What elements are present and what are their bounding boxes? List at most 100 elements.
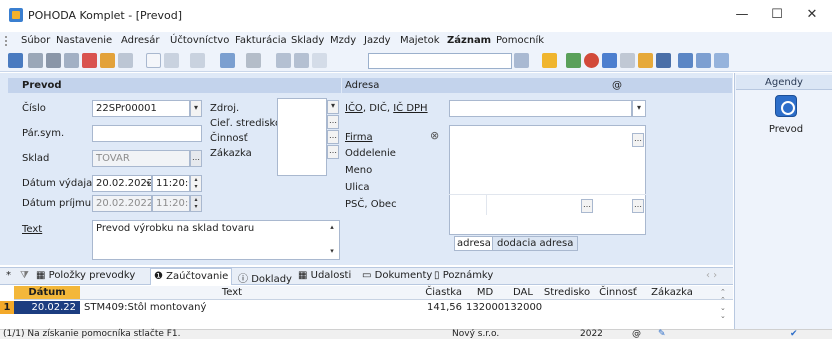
tab-poznamky[interactable]: ▯ Poznámky [434, 270, 493, 281]
ciel-stredisko-select-button[interactable]: … [327, 115, 339, 129]
row-ciastka[interactable]: 141,56 [384, 301, 466, 314]
zdroj-select-button[interactable]: ▾ [327, 100, 339, 114]
toolbar-ean-icon[interactable] [656, 53, 671, 68]
menu-jazdy[interactable]: Jazdy [364, 35, 391, 46]
toolbar-report-icon[interactable] [118, 53, 133, 68]
tab-polozky-prevodky[interactable]: ▦ Položky prevodky [36, 270, 135, 281]
ico-field[interactable] [449, 100, 632, 117]
toolbar-pdf-icon[interactable] [64, 53, 79, 68]
row-md[interactable]: 132000 [466, 301, 504, 314]
sklad-select-button[interactable]: … [190, 150, 202, 167]
col-md[interactable]: MD [466, 286, 504, 300]
text-scroll-down-icon[interactable]: ▾ [328, 248, 336, 256]
text-field[interactable]: Prevod výrobku na sklad tovaru [92, 220, 340, 260]
row-dal[interactable]: 132000 [504, 301, 542, 314]
icdph-link[interactable]: IČ DPH [393, 103, 427, 114]
menu-subor[interactable]: Súbor [21, 35, 50, 46]
obec-select-button[interactable]: … [581, 199, 593, 213]
toolbar-edit-icon[interactable] [164, 53, 179, 68]
cislo-field[interactable]: 22SPr00001 [92, 100, 190, 117]
toolbar-new-record-icon[interactable] [146, 53, 161, 68]
datum-vydaja-time-field[interactable]: 11:20:0( [152, 175, 190, 192]
prevod-agenda-label[interactable]: Prevod [762, 124, 810, 135]
toolbar-search-combo[interactable] [368, 53, 512, 69]
toolbar-red-circle-icon[interactable] [584, 53, 599, 68]
zakazka-select-button[interactable]: … [327, 145, 339, 159]
menu-zaznam[interactable]: Záznam [447, 35, 491, 46]
address-box[interactable] [449, 125, 646, 235]
col-stredisko[interactable]: Stredisko [542, 286, 592, 300]
ico-dropdown-button[interactable]: ▾ [632, 100, 646, 117]
toolbar-document-icon[interactable] [620, 53, 635, 68]
toolbar-table-icon[interactable] [276, 53, 291, 68]
dic-link[interactable]: DIČ [369, 103, 387, 114]
toolbar-form-icon[interactable] [294, 53, 309, 68]
toolbar-mail-icon[interactable] [82, 53, 97, 68]
email-at-icon[interactable]: @ [612, 80, 622, 91]
tab-udalosti[interactable]: ▦ Udalosti [298, 270, 351, 281]
prevod-agenda-icon[interactable] [775, 95, 797, 117]
tab-dodacia-adresa[interactable]: dodacia adresa [492, 236, 579, 251]
text-scroll-up-icon[interactable]: ▴ [328, 224, 336, 232]
datum-vydaja-time-spinner[interactable]: ▴ ▾ [190, 175, 202, 192]
toolbar-view-icon[interactable] [190, 53, 205, 68]
toolbar-green-icon[interactable] [566, 53, 581, 68]
menu-mzdy[interactable]: Mzdy [330, 35, 356, 46]
col-zakazka[interactable]: Zákazka [644, 286, 700, 300]
datum-prijmu-time-field[interactable]: 11:20:0( [152, 195, 190, 212]
datum-vydaja-date-field[interactable]: 20.02.2022 [92, 175, 152, 192]
toolbar-quick-filter-icon[interactable] [514, 53, 529, 68]
toolbar-window-icon[interactable] [678, 53, 693, 68]
ico-link[interactable]: IČO [345, 103, 363, 114]
maximize-button[interactable]: ☐ [759, 4, 795, 26]
tabs-scroll-arrows-icon[interactable]: ‹ › [706, 270, 717, 281]
zdroj-cinnost-list[interactable] [277, 98, 327, 176]
toolbar-export-icon[interactable] [100, 53, 115, 68]
row-datum[interactable]: 20.02.22 [14, 301, 80, 314]
menu-fakturacia[interactable]: Fakturácia [235, 35, 287, 46]
tab-doklady[interactable]: ⓘ Doklady [238, 270, 292, 285]
toolbar-calendar-icon[interactable] [602, 53, 617, 68]
col-cinnost[interactable]: Činnosť [592, 286, 644, 300]
tab-zauctovanie[interactable]: ❶ Zaúčtovanie [150, 268, 233, 285]
menu-uctovnictvo[interactable]: Účtovníctvo [170, 35, 229, 46]
cislo-dropdown-button[interactable]: ▾ [190, 100, 202, 117]
firma-select-button[interactable]: … [632, 133, 644, 147]
toolbar-filter-icon[interactable] [246, 53, 261, 68]
toolbar-copy-icon[interactable] [312, 53, 327, 68]
minimize-button[interactable]: — [724, 4, 760, 26]
toolbar-user-icon[interactable] [638, 53, 653, 68]
col-dal[interactable]: DAL [504, 286, 542, 300]
toolbar-print-icon[interactable] [46, 53, 61, 68]
toolbar-back-icon[interactable] [220, 53, 235, 68]
menu-majetok[interactable]: Majetok [400, 35, 440, 46]
datum-prijmu-date-field[interactable]: 20.02.2022 [92, 195, 152, 212]
clear-address-icon[interactable]: ⊗ [430, 129, 439, 142]
col-text[interactable]: Text [80, 286, 384, 300]
toolbar-print-preview-icon[interactable] [28, 53, 43, 68]
datum-vydaja-dropdown-icon[interactable]: ▾ [144, 180, 152, 188]
close-button[interactable]: ✕ [794, 4, 830, 26]
cinnost-select-button[interactable]: … [327, 130, 339, 144]
toolbar-folder-icon[interactable] [542, 53, 557, 68]
psc-obec-spinner[interactable]: … [632, 199, 644, 213]
prevod-section-title: Prevod [22, 80, 62, 91]
parsym-field[interactable] [92, 125, 202, 142]
toolbar-window2-icon[interactable] [696, 53, 711, 68]
tab-star-icon[interactable]: * [6, 270, 11, 281]
datum-prijmu-time-spinner[interactable]: ▴ ▾ [190, 195, 202, 212]
col-ciastka[interactable]: Čiastka [384, 286, 466, 300]
row-text[interactable]: STM409:Stôl montovaný [84, 301, 384, 314]
toolbar-close-agenda-icon[interactable] [8, 53, 23, 68]
toolbar-help-icon[interactable] [714, 53, 729, 68]
tab-filter-icon[interactable]: ⧩ [20, 270, 29, 281]
menu-pomocnik[interactable]: Pomocník [496, 35, 544, 46]
menu-adresar[interactable]: Adresár [121, 35, 160, 46]
sklad-field[interactable]: TOVAR [92, 150, 190, 167]
menu-sklady[interactable]: Sklady [291, 35, 324, 46]
grid-scrollbar-icon[interactable]: ⌃ ⌃ ⌄ ⌄ [720, 288, 726, 320]
col-datum[interactable]: Dátum [14, 286, 80, 300]
menu-nastavenie[interactable]: Nastavenie [56, 35, 112, 46]
tab-adresa[interactable]: adresa [454, 236, 494, 251]
tab-dokumenty[interactable]: ▭ Dokumenty [362, 270, 432, 281]
